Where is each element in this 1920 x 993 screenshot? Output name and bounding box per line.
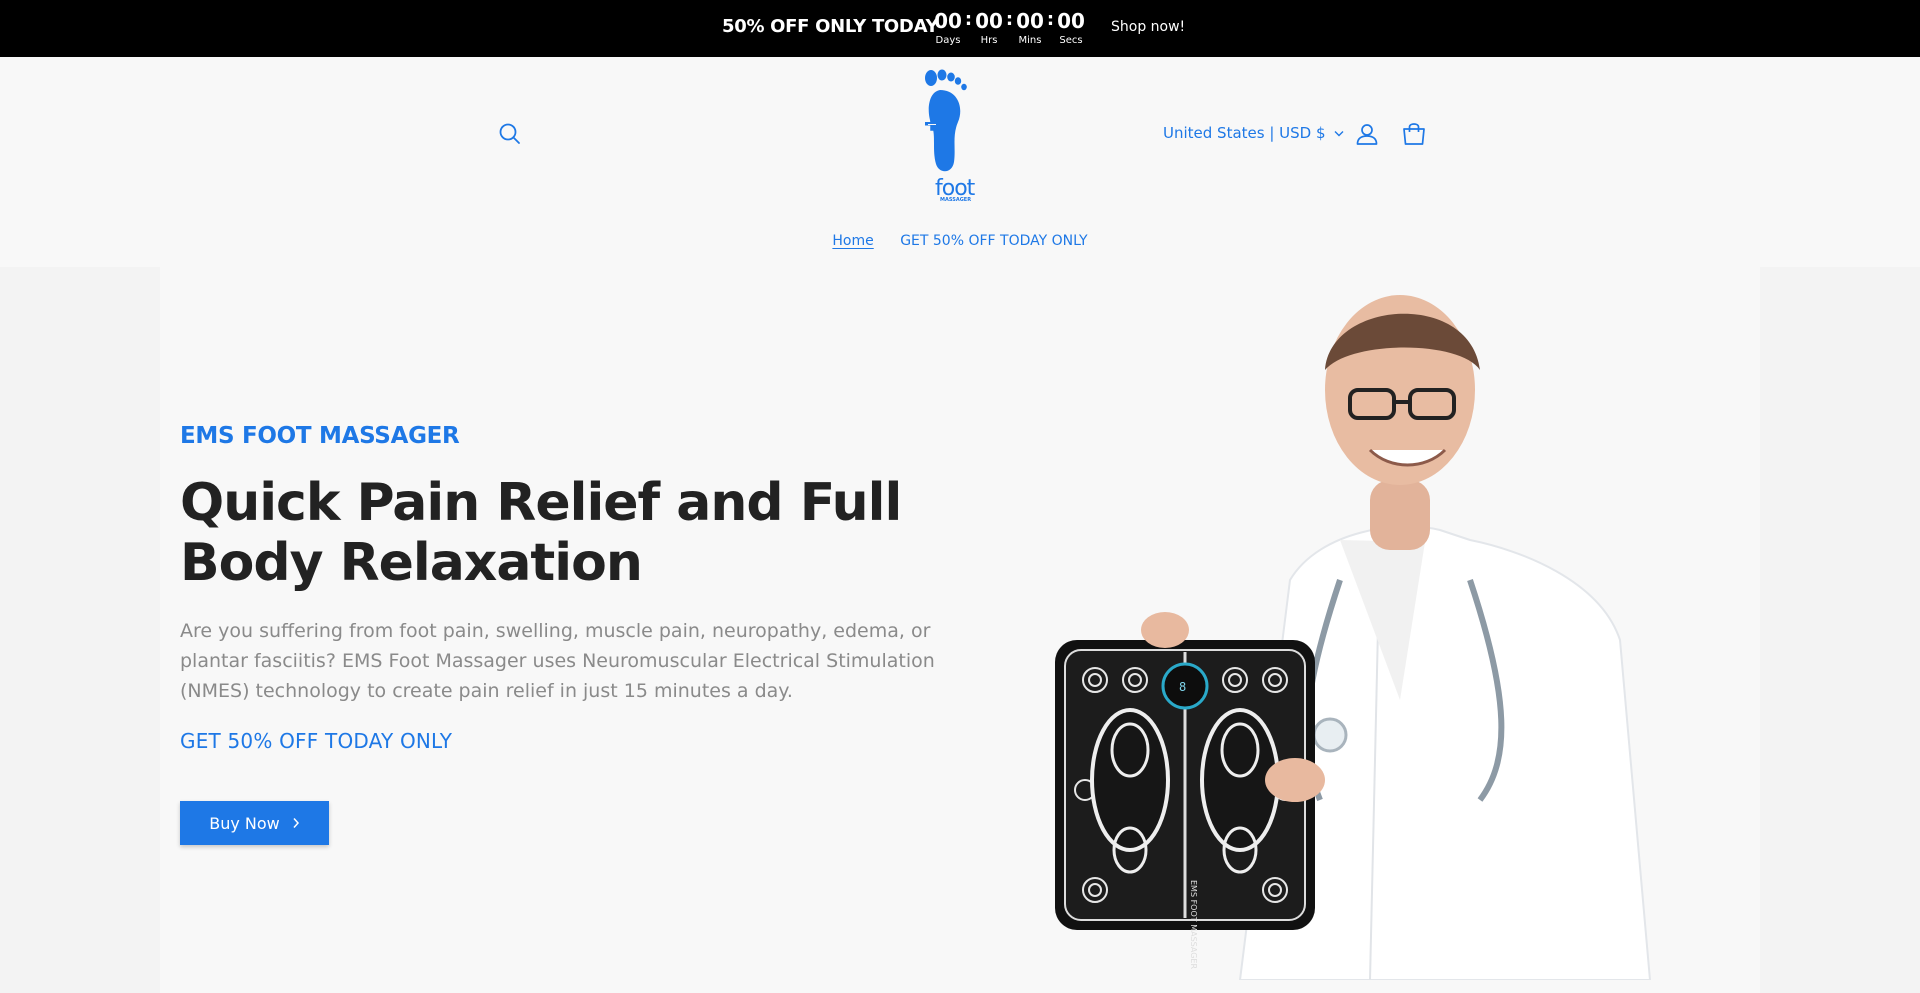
main-nav: Home GET 50% OFF TODAY ONLY <box>0 233 1920 249</box>
timer-hours: 00 Hrs <box>973 9 1005 47</box>
timer-hours-label: Hrs <box>980 35 998 46</box>
timer-seconds-label: Secs <box>1059 35 1083 46</box>
search-icon <box>499 123 520 144</box>
timer-seconds-value: 00 <box>1057 9 1085 33</box>
svg-text:8: 8 <box>1179 680 1186 694</box>
search-button[interactable] <box>497 121 523 147</box>
cart-icon <box>1403 123 1425 145</box>
nav-item-home[interactable]: Home <box>832 233 873 249</box>
account-button[interactable] <box>1354 121 1380 147</box>
timer-separator: : <box>964 9 973 30</box>
hero-offer: GET 50% OFF TODAY ONLY <box>180 729 453 753</box>
timer-separator: : <box>1005 9 1014 30</box>
timer-seconds: 00 Secs <box>1055 9 1087 47</box>
timer-days-value: 00 <box>934 9 962 33</box>
buy-now-label: Buy Now <box>209 813 280 833</box>
chevron-right-icon <box>293 818 299 828</box>
timer-minutes-label: Mins <box>1018 35 1042 46</box>
buy-now-button[interactable]: Buy Now <box>180 801 329 845</box>
country-currency-label: United States | USD $ <box>1163 124 1326 142</box>
doctor-with-massager-illustration: 8 EMS FOOT MASSAGER <box>1055 295 1652 981</box>
timer-days-label: Days <box>935 35 961 46</box>
promo-text: 50% OFF ONLY TODAY <box>722 16 939 37</box>
timer-hours-value: 00 <box>975 9 1003 33</box>
announcement-bar: 50% OFF ONLY TODAY 00 Days : 00 Hrs : 00… <box>0 0 1920 57</box>
timer-days: 00 Days <box>932 9 964 47</box>
nav-item-offer[interactable]: GET 50% OFF TODAY ONLY <box>900 233 1087 249</box>
shop-now-link[interactable]: Shop now! <box>1111 19 1185 35</box>
cart-button[interactable] <box>1400 120 1428 148</box>
countdown-timer: 00 Days : 00 Hrs : 00 Mins : 00 Secs <box>932 9 1087 47</box>
account-icon <box>1356 124 1378 145</box>
hero-eyebrow: EMS FOOT MASSAGER <box>180 423 460 449</box>
country-currency-selector[interactable]: United States | USD $ <box>1163 124 1344 142</box>
hero-description: Are you suffering from foot pain, swelli… <box>180 620 935 702</box>
timer-minutes: 00 Mins <box>1014 9 1046 47</box>
chevron-down-icon <box>1334 130 1344 136</box>
hero-product-image: 8 EMS FOOT MASSAGER <box>1040 280 1680 981</box>
pad-label: EMS FOOT MASSAGER <box>1189 880 1198 969</box>
logo-subtext: MASSAGER <box>940 197 972 203</box>
timer-separator: : <box>1046 9 1055 30</box>
hero-headline: Quick Pain Relief and Full Body Relaxati… <box>180 473 902 593</box>
timer-minutes-value: 00 <box>1016 9 1044 33</box>
